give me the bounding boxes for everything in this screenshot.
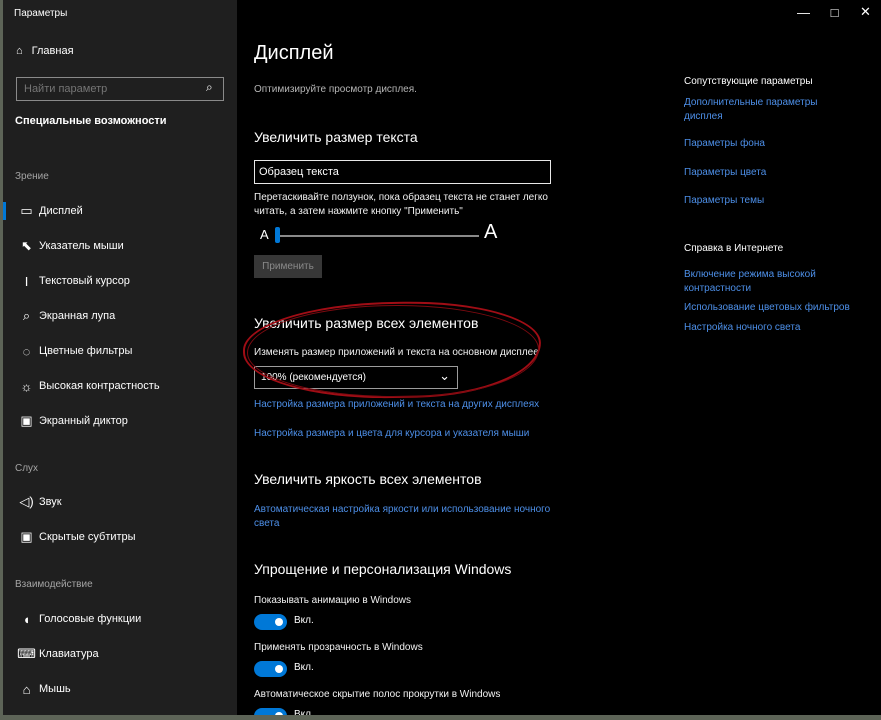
display-icon: ▭: [20, 203, 33, 218]
related-settings-heading: Сопутствующие параметры: [684, 76, 813, 87]
search-icon[interactable]: ⌕: [206, 80, 222, 96]
apply-button[interactable]: Применить: [254, 255, 322, 278]
brightness-link-line-1[interactable]: Автоматическая настройка яркости или исп…: [254, 503, 550, 517]
sidebar-item-display[interactable]: ▭ Дисплей: [3, 194, 237, 228]
closed-captions-icon: ▣: [20, 529, 33, 544]
text-size-heading: Увеличить размер текста: [254, 129, 418, 145]
small-text-icon: A: [260, 227, 269, 242]
page-title: Дисплей: [254, 42, 334, 64]
category-title: Специальные возможности: [15, 115, 167, 127]
sidebar-item-text-cursor[interactable]: I Текстовый курсор: [3, 264, 237, 298]
text-size-sample: Образец текста: [254, 160, 551, 184]
sidebar-item-label: Текстовый курсор: [39, 275, 130, 287]
mouse-icon: ⌂: [22, 681, 31, 697]
animation-toggle[interactable]: [254, 614, 287, 630]
animation-setting-label: Показывать анимацию в Windows: [254, 595, 412, 606]
sidebar-item-keyboard[interactable]: ⌨ Клавиатура: [3, 637, 237, 671]
sidebar-item-closed-captions[interactable]: ▣ Скрытые субтитры: [3, 520, 237, 554]
sidebar-item-label: Указатель мыши: [39, 240, 124, 252]
brightness-heading: Увеличить яркость всех элементов: [254, 471, 482, 487]
scrollbar-toggle[interactable]: [254, 708, 287, 715]
section-vision: Зрение: [15, 171, 49, 182]
scale-selected-value: 100% (рекомендуется): [261, 372, 366, 383]
sidebar: Параметры ⌂ Главная ⌕ Специальные возмож…: [3, 0, 237, 715]
keyboard-icon: ⌨: [17, 646, 36, 661]
text-size-slider-thumb[interactable]: [275, 227, 280, 243]
text-size-description-line-2: читать, а затем нажмите кнопку "Применит…: [254, 206, 463, 217]
magnifier-icon: ⌕: [22, 308, 31, 323]
sidebar-item-label: Цветные фильтры: [39, 345, 133, 357]
home-nav-item[interactable]: ⌂ Главная: [16, 45, 74, 57]
home-icon: ⌂: [16, 45, 23, 57]
window-title: Параметры: [14, 8, 68, 19]
sidebar-item-high-contrast[interactable]: ☼ Высокая контрастность: [3, 369, 237, 403]
minimize-button[interactable]: —: [788, 0, 819, 24]
sidebar-item-label: Экранная лупа: [39, 310, 116, 322]
background-settings-link[interactable]: Параметры фона: [684, 137, 765, 151]
close-button[interactable]: ✕: [850, 0, 881, 24]
all-elements-heading: Увеличить размер всех элементов: [254, 315, 479, 331]
sidebar-item-label: Экранный диктор: [39, 415, 128, 427]
other-displays-scale-link[interactable]: Настройка размера приложений и текста на…: [254, 398, 539, 412]
large-text-icon: A: [484, 221, 498, 243]
scrollbar-setting-label: Автоматическое скрытие полос прокрутки в…: [254, 689, 501, 700]
online-help-heading: Справка в Интернете: [684, 243, 784, 254]
advanced-display-settings-link-line-1[interactable]: Дополнительные параметры: [684, 96, 817, 110]
sidebar-item-label: Мышь: [39, 683, 71, 695]
sidebar-item-mouse-pointer[interactable]: ⬉ Указатель мыши: [3, 229, 237, 263]
sidebar-item-label: Звук: [39, 496, 62, 508]
sidebar-item-mouse[interactable]: ⌂ Мышь: [3, 672, 237, 706]
text-cursor-icon: I: [24, 273, 29, 289]
scale-dropdown[interactable]: 100% (рекомендуется) ⌄: [254, 366, 458, 389]
section-hearing: Слух: [15, 463, 39, 474]
page-subtitle: Оптимизируйте просмотр дисплея.: [254, 84, 417, 95]
high-contrast-help-link-line-2[interactable]: контрастности: [684, 282, 751, 296]
text-size-description-line-1: Перетаскивайте ползунок, пока образец те…: [254, 192, 548, 203]
personalization-heading: Упрощение и персонализация Windows: [254, 561, 512, 577]
settings-window: Параметры ⌂ Главная ⌕ Специальные возмож…: [3, 0, 881, 715]
sidebar-item-narrator[interactable]: ▣ Экранный диктор: [3, 404, 237, 438]
sidebar-item-color-filters[interactable]: ◌ Цветные фильтры: [3, 334, 237, 368]
text-size-slider-track[interactable]: [275, 235, 479, 237]
brightness-link-line-2[interactable]: света: [254, 517, 279, 531]
scrollbar-toggle-state: Вкл.: [294, 709, 314, 715]
narrator-icon: ▣: [20, 413, 33, 428]
sidebar-item-speech[interactable]: ◖ Голосовые функции: [3, 602, 237, 636]
sidebar-item-sound[interactable]: ◁) Звук: [3, 485, 237, 519]
sidebar-item-label: Клавиатура: [39, 648, 99, 660]
cursor-pointer-size-link[interactable]: Настройка размера и цвета для курсора и …: [254, 427, 529, 441]
high-contrast-help-link-line-1[interactable]: Включение режима высокой: [684, 268, 816, 282]
color-filter-icon: ◌: [22, 343, 31, 359]
high-contrast-icon: ☼: [20, 378, 33, 394]
sidebar-item-label: Дисплей: [39, 205, 83, 217]
color-filters-help-link[interactable]: Использование цветовых фильтров: [684, 301, 850, 315]
advanced-display-settings-link-line-2[interactable]: дисплея: [684, 110, 723, 124]
theme-settings-link[interactable]: Параметры темы: [684, 194, 764, 208]
color-settings-link[interactable]: Параметры цвета: [684, 166, 766, 180]
transparency-setting-label: Применять прозрачность в Windows: [254, 642, 423, 653]
window-controls: — □ ✕: [788, 0, 881, 24]
chevron-down-icon: ⌄: [439, 368, 450, 383]
scale-label: Изменять размер приложений и текста на о…: [254, 347, 539, 358]
speech-icon: ◖: [22, 611, 31, 627]
settings-search-input[interactable]: [16, 77, 224, 101]
mouse-pointer-icon: ⬉: [21, 238, 32, 253]
sound-icon: ◁): [19, 494, 34, 509]
night-light-help-link[interactable]: Настройка ночного света: [684, 321, 800, 335]
section-interaction: Взаимодействие: [15, 579, 93, 590]
animation-toggle-state: Вкл.: [294, 615, 314, 626]
sidebar-item-magnifier[interactable]: ⌕ Экранная лупа: [3, 299, 237, 333]
sidebar-item-label: Высокая контрастность: [39, 380, 160, 392]
sidebar-item-label: Скрытые субтитры: [39, 531, 136, 543]
maximize-button[interactable]: □: [819, 0, 850, 24]
transparency-toggle[interactable]: [254, 661, 287, 677]
transparency-toggle-state: Вкл.: [294, 662, 314, 673]
sidebar-item-label: Голосовые функции: [39, 613, 142, 625]
home-label: Главная: [31, 45, 74, 57]
